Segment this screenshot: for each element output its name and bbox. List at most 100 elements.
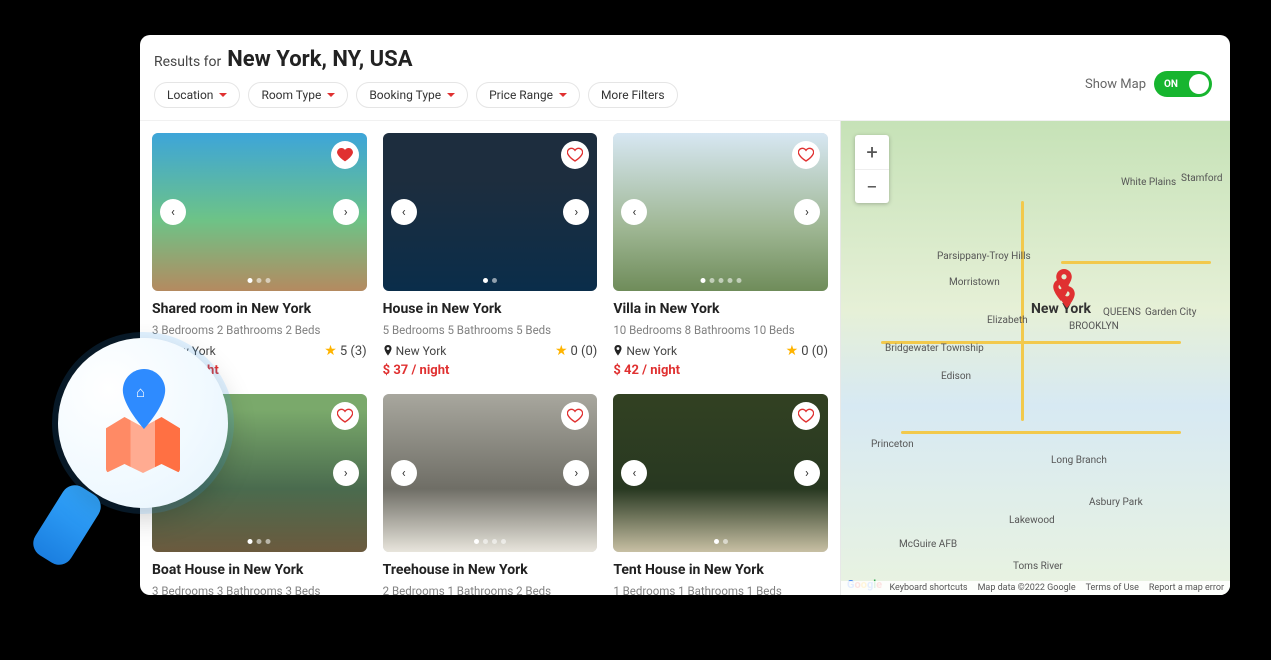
- carousel-dot[interactable]: [248, 539, 253, 544]
- carousel-dot[interactable]: [266, 539, 271, 544]
- carousel-prev-button[interactable]: ‹: [391, 199, 417, 225]
- listing-title: Boat House in New York: [152, 562, 367, 578]
- map-place-label: Lakewood: [1009, 515, 1055, 526]
- map-place-label: Bridgewater Township: [885, 343, 984, 354]
- carousel-next-button[interactable]: ›: [563, 460, 589, 486]
- star-icon: ★: [786, 343, 799, 359]
- listing-price: $ 37 / night: [383, 363, 598, 378]
- filter-label: More Filters: [601, 88, 665, 102]
- carousel-dot[interactable]: [483, 539, 488, 544]
- zoom-in-button[interactable]: +: [855, 135, 889, 169]
- map-place-label: Parsippany-Troy Hills: [937, 251, 1031, 262]
- listing-image-carousel: ‹›: [383, 133, 598, 291]
- results-for-label: Results for: [154, 54, 221, 70]
- carousel-dots: [700, 278, 741, 283]
- listing-meta: 1 Bedrooms 1 Bathrooms 1 Beds: [613, 584, 828, 595]
- carousel-dot[interactable]: [257, 539, 262, 544]
- house-icon: ⌂: [136, 383, 145, 401]
- map-place-label: BROOKLYN: [1069, 321, 1119, 332]
- filter-label: Location: [167, 88, 213, 102]
- filter-price-range[interactable]: Price Range: [476, 82, 580, 108]
- carousel-prev-button[interactable]: ‹: [391, 460, 417, 486]
- caret-down-icon: [327, 93, 335, 97]
- listing-image-carousel: ‹›: [613, 394, 828, 552]
- caret-down-icon: [447, 93, 455, 97]
- carousel-dot[interactable]: [501, 539, 506, 544]
- search-results-window: Results for New York, NY, USA Show Map O…: [140, 35, 1230, 595]
- map-place-label: White Plains: [1121, 177, 1176, 188]
- carousel-dot[interactable]: [257, 278, 262, 283]
- listing-price: $ 42 / night: [613, 363, 828, 378]
- show-map-control: Show Map ON: [1085, 71, 1212, 97]
- caret-down-icon: [559, 93, 567, 97]
- listing-title: Shared room in New York: [152, 301, 367, 317]
- map-panel[interactable]: + − White Plains Stamford Parsippany-Troy …: [840, 121, 1230, 595]
- carousel-dot[interactable]: [727, 278, 732, 283]
- listing-rating: ★0 (0): [555, 343, 597, 359]
- carousel-prev-button[interactable]: ‹: [160, 199, 186, 225]
- carousel-next-button[interactable]: ›: [333, 460, 359, 486]
- listing-card[interactable]: ‹›Treehouse in New York2 Bedrooms 1 Bath…: [383, 394, 598, 595]
- map-road: [901, 431, 1181, 434]
- carousel-dot[interactable]: [723, 539, 728, 544]
- map-place-label: Toms River: [1013, 561, 1063, 572]
- carousel-next-button[interactable]: ›: [794, 460, 820, 486]
- content: ‹›Shared room in New York3 Bedrooms 2 Ba…: [140, 121, 1230, 595]
- keyboard-shortcuts-link[interactable]: Keyboard shortcuts: [889, 583, 967, 593]
- carousel-dot[interactable]: [714, 539, 719, 544]
- carousel-next-button[interactable]: ›: [563, 199, 589, 225]
- filter-more-filters[interactable]: More Filters: [588, 82, 678, 108]
- carousel-dot[interactable]: [492, 539, 497, 544]
- listing-info-row: New York★0 (0): [383, 343, 598, 359]
- filter-bar: Location Room Type Booking Type Price Range…: [140, 72, 1230, 121]
- terms-link[interactable]: Terms of Use: [1086, 583, 1139, 593]
- carousel-dot[interactable]: [718, 278, 723, 283]
- carousel-dot[interactable]: [483, 278, 488, 283]
- listing-image-carousel: ‹›: [152, 133, 367, 291]
- carousel-dot[interactable]: [709, 278, 714, 283]
- show-map-toggle[interactable]: ON: [1154, 71, 1212, 97]
- listing-location: New York: [613, 344, 677, 358]
- map-place-label: Princeton: [871, 439, 914, 450]
- carousel-dot[interactable]: [248, 278, 253, 283]
- listing-card[interactable]: ‹›Tent House in New York1 Bedrooms 1 Bat…: [613, 394, 828, 595]
- filter-label: Room Type: [261, 88, 321, 102]
- carousel-dot[interactable]: [492, 278, 497, 283]
- favorite-button[interactable]: [331, 141, 359, 169]
- map-zoom-controls: + −: [855, 135, 889, 203]
- favorite-button[interactable]: [792, 402, 820, 430]
- zoom-out-button[interactable]: −: [855, 169, 889, 203]
- listing-title: Tent House in New York: [613, 562, 828, 578]
- listing-title: Treehouse in New York: [383, 562, 598, 578]
- map-pin[interactable]: [1056, 269, 1072, 285]
- filter-booking-type[interactable]: Booking Type: [356, 82, 468, 108]
- carousel-prev-button[interactable]: ‹: [621, 460, 647, 486]
- carousel-dot[interactable]: [736, 278, 741, 283]
- pin-icon: [613, 345, 623, 357]
- filter-room-type[interactable]: Room Type: [248, 82, 348, 108]
- filter-label: Booking Type: [369, 88, 441, 102]
- carousel-next-button[interactable]: ›: [794, 199, 820, 225]
- favorite-button[interactable]: [792, 141, 820, 169]
- carousel-dot[interactable]: [700, 278, 705, 283]
- listing-image-carousel: ‹›: [383, 394, 598, 552]
- map-place-label: Stamford: [1181, 173, 1223, 184]
- carousel-next-button[interactable]: ›: [333, 199, 359, 225]
- filter-location[interactable]: Location: [154, 82, 240, 108]
- star-icon: ★: [324, 343, 337, 359]
- toggle-state-text: ON: [1164, 79, 1178, 90]
- carousel-dots: [714, 539, 728, 544]
- listing-card[interactable]: ‹›House in New York5 Bedrooms 5 Bathroom…: [383, 133, 598, 378]
- carousel-dot[interactable]: [474, 539, 479, 544]
- carousel-prev-button[interactable]: ‹: [621, 199, 647, 225]
- results-heading: Results for New York, NY, USA: [154, 47, 1216, 72]
- listings-grid: ‹›Shared room in New York3 Bedrooms 2 Ba…: [152, 133, 828, 595]
- map-place-label: Long Branch: [1051, 455, 1107, 466]
- listing-card[interactable]: ‹›Villa in New York10 Bedrooms 8 Bathroo…: [613, 133, 828, 378]
- listing-info-row: New York★0 (0): [613, 343, 828, 359]
- star-icon: ★: [555, 343, 568, 359]
- carousel-dot[interactable]: [266, 278, 271, 283]
- report-error-link[interactable]: Report a map error: [1149, 583, 1224, 593]
- carousel-dots: [248, 539, 271, 544]
- favorite-button[interactable]: [331, 402, 359, 430]
